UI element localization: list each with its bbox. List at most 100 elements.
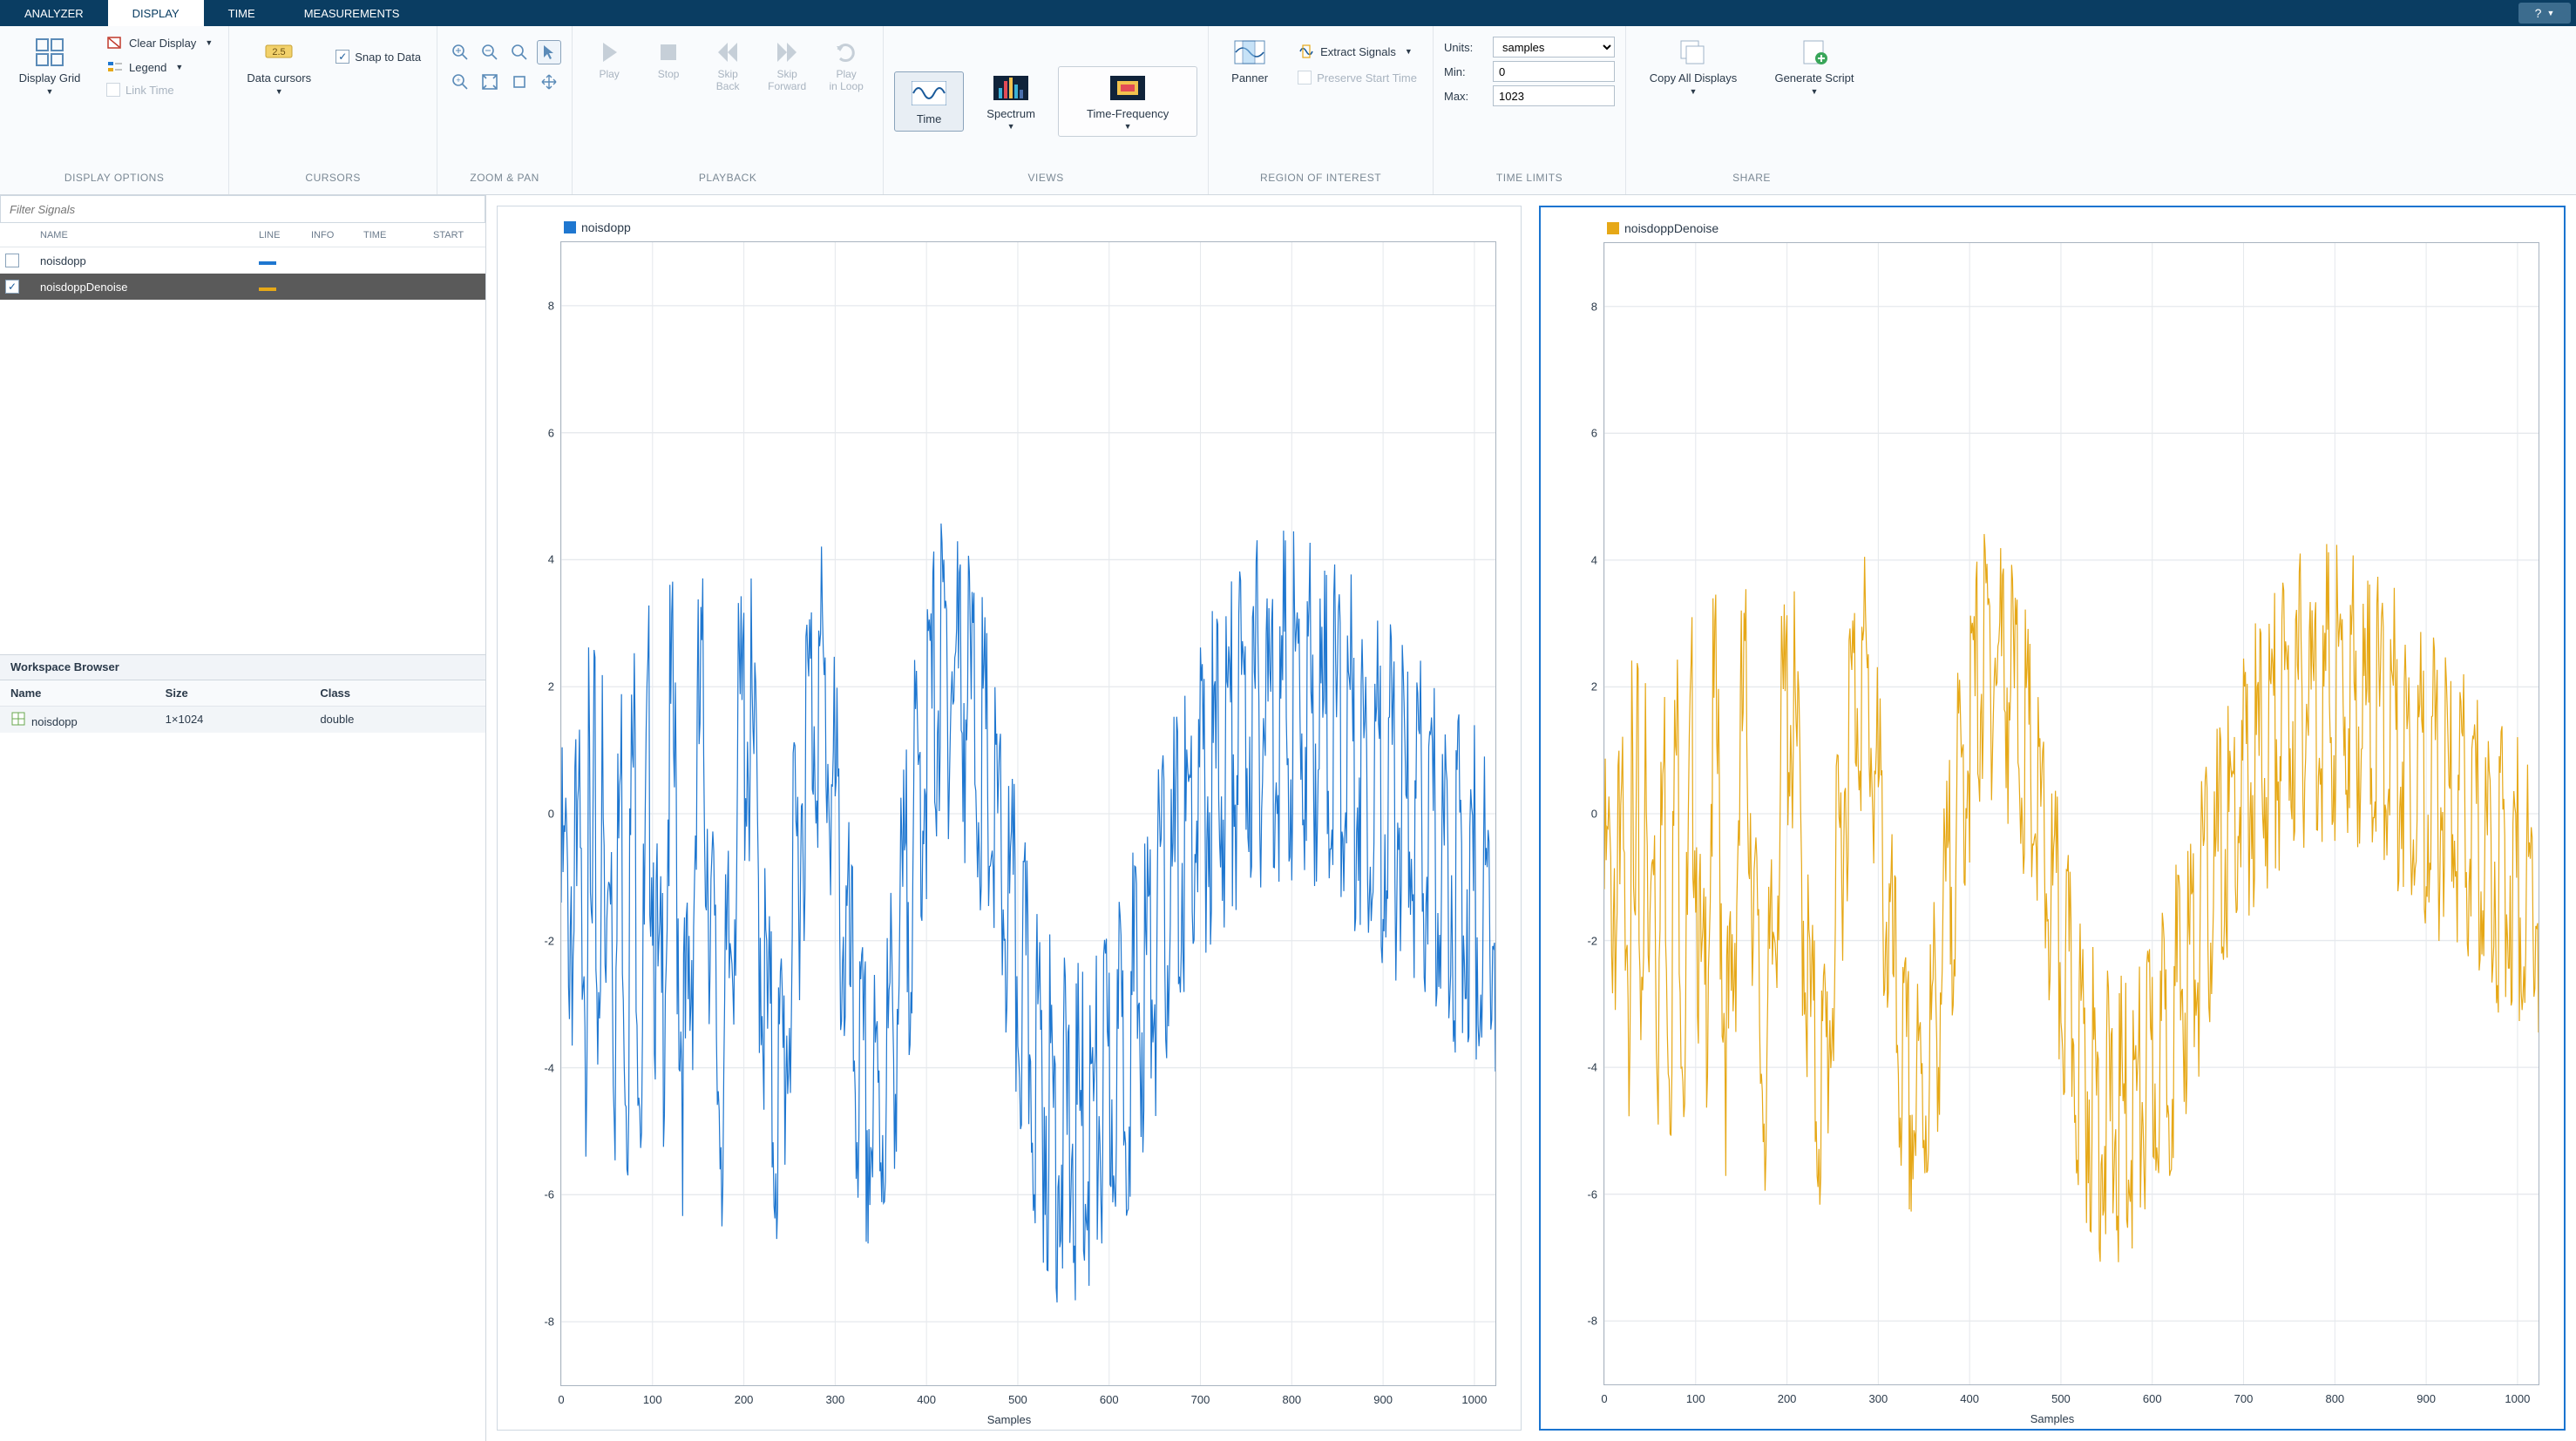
copy-all-displays-button[interactable]: Copy All Displays ▼ xyxy=(1637,31,1750,101)
zoom-out-button[interactable] xyxy=(478,40,502,64)
clear-display-label: Clear Display xyxy=(129,37,196,50)
clear-display-button[interactable]: Clear Display ▼ xyxy=(101,31,218,54)
group-views: Time Spectrum ▼ Time-Frequency ▼ VIEWS xyxy=(884,26,1209,194)
chevron-down-icon: ▼ xyxy=(46,87,54,96)
group-label: REGION OF INTEREST xyxy=(1219,172,1422,193)
preserve-start-time-checkbox: Preserve Start Time xyxy=(1292,68,1422,87)
skip-forward-button[interactable]: Skip Forward xyxy=(761,37,813,93)
group-label: ZOOM & PAN xyxy=(448,172,561,193)
chart-area: noisdopp-8-6-4-2024680100200300400500600… xyxy=(486,195,2576,1441)
spectrum-view-label: Spectrum xyxy=(986,107,1035,120)
data-cursors-label: Data cursors xyxy=(247,71,311,85)
display-grid-label: Display Grid xyxy=(19,71,81,85)
min-input[interactable] xyxy=(1493,61,1615,82)
group-roi: Panner Extract Signals ▼ Preserve Start … xyxy=(1209,26,1434,194)
y-tick: 0 xyxy=(523,808,554,821)
generate-script-button[interactable]: Generate Script ▼ xyxy=(1762,31,1867,101)
pan-button[interactable] xyxy=(537,70,561,94)
x-tick: 700 xyxy=(1191,1393,1210,1406)
data-cursors-button[interactable]: 2.5 Data cursors ▼ xyxy=(240,31,318,101)
col-time: TIME xyxy=(363,230,433,240)
fit-to-view-button[interactable] xyxy=(478,70,502,94)
max-input[interactable] xyxy=(1493,85,1615,106)
left-panel: NAME LINE INFO TIME START noisdopp noisd… xyxy=(0,195,486,1441)
skip-back-button[interactable]: Skip Back xyxy=(702,37,754,93)
spectrum-view-button[interactable]: Spectrum ▼ xyxy=(976,68,1046,135)
signal-color-swatch xyxy=(259,261,276,265)
zoom-in-x-button[interactable] xyxy=(448,40,472,64)
x-tick: 300 xyxy=(826,1393,845,1406)
script-label: Generate Script xyxy=(1774,71,1854,85)
group-time-limits: Units: samples Min: Max: TIME LIMITS xyxy=(1434,26,1626,194)
extract-signals-button[interactable]: Extract Signals ▼ xyxy=(1292,40,1422,63)
legend-button[interactable]: Legend ▼ xyxy=(101,56,218,78)
group-label: PLAYBACK xyxy=(583,172,872,193)
y-tick: 0 xyxy=(1566,808,1597,821)
units-label: Units: xyxy=(1444,41,1488,54)
checkbox-icon[interactable] xyxy=(5,280,19,294)
chevron-down-icon: ▼ xyxy=(1811,87,1819,96)
time-frequency-button[interactable]: Time-Frequency ▼ xyxy=(1058,66,1197,137)
variable-icon xyxy=(10,711,26,727)
skip-fwd-icon xyxy=(771,37,803,68)
loop-icon xyxy=(830,37,862,68)
x-tick: 1000 xyxy=(2505,1392,2530,1405)
x-tick: 400 xyxy=(917,1393,936,1406)
legend-label: Legend xyxy=(129,61,166,74)
signal-row[interactable]: noisdoppDenoise xyxy=(0,274,485,300)
skip-back-icon xyxy=(712,37,743,68)
time-view-button[interactable]: Time xyxy=(894,71,964,132)
max-label: Max: xyxy=(1444,90,1488,103)
script-icon xyxy=(1799,37,1830,68)
data-cursors-icon: 2.5 xyxy=(263,37,295,68)
extract-icon xyxy=(1298,43,1315,60)
group-label: CURSORS xyxy=(240,172,426,193)
checkbox-icon[interactable] xyxy=(5,254,19,267)
y-tick: 6 xyxy=(523,426,554,439)
y-tick: -6 xyxy=(1566,1187,1597,1201)
chart-panel-noisdopp-denoise[interactable]: noisdoppDenoise-8-6-4-202468010020030040… xyxy=(1539,206,2566,1431)
x-tick: 400 xyxy=(1960,1392,1979,1405)
copy-label: Copy All Displays xyxy=(1650,71,1737,85)
play-loop-button[interactable]: Play in Loop xyxy=(820,37,872,93)
zoom-in-button[interactable]: + xyxy=(448,70,472,94)
signal-row[interactable]: noisdopp xyxy=(0,247,485,274)
zoom-reset-button[interactable] xyxy=(507,40,532,64)
extract-label: Extract Signals xyxy=(1320,45,1396,58)
y-tick: -2 xyxy=(523,934,554,947)
tab-display[interactable]: DISPLAY xyxy=(108,0,204,26)
col-name: NAME xyxy=(40,230,259,240)
help-button[interactable]: ? ▼ xyxy=(2518,3,2571,24)
stop-button[interactable]: Stop xyxy=(642,37,695,93)
filter-signals-input[interactable] xyxy=(1,196,485,222)
checkbox-icon xyxy=(1298,71,1312,85)
snap-to-data-checkbox[interactable]: Snap to Data xyxy=(330,47,426,66)
legend-text: noisdopp xyxy=(581,220,631,234)
y-tick: 4 xyxy=(1566,553,1597,566)
signal-line xyxy=(1604,534,2539,1262)
x-tick: 1000 xyxy=(1461,1393,1487,1406)
y-tick: 2 xyxy=(523,680,554,693)
play-button[interactable]: Play xyxy=(583,37,635,93)
group-zoom-pan: + ZOOM & PAN xyxy=(437,26,573,194)
group-playback: Play Stop Skip Back Skip Forward Play in… xyxy=(573,26,884,194)
chart-panel-noisdopp[interactable]: noisdopp-8-6-4-2024680100200300400500600… xyxy=(497,206,1522,1431)
svg-text:2.5: 2.5 xyxy=(273,47,286,58)
units-select[interactable]: samples xyxy=(1493,37,1615,58)
tab-analyzer[interactable]: ANALYZER xyxy=(0,0,108,26)
col-line: LINE xyxy=(259,230,311,240)
x-tick: 300 xyxy=(1869,1392,1888,1405)
ws-col-name: Name xyxy=(10,687,166,700)
x-tick: 0 xyxy=(558,1393,564,1406)
tab-time[interactable]: TIME xyxy=(204,0,280,26)
x-tick: 500 xyxy=(2051,1392,2071,1405)
panner-button[interactable]: Panner xyxy=(1219,31,1280,91)
display-grid-button[interactable]: Display Grid ▼ xyxy=(10,31,89,101)
workspace-row[interactable]: noisdopp 1×1024 double xyxy=(0,707,485,733)
pointer-button[interactable] xyxy=(537,40,561,64)
zoom-xy-button[interactable] xyxy=(507,70,532,94)
ws-col-class: Class xyxy=(320,687,475,700)
tab-measurements[interactable]: MEASUREMENTS xyxy=(280,0,424,26)
x-tick: 800 xyxy=(1282,1393,1301,1406)
time-view-label: Time xyxy=(917,112,941,125)
